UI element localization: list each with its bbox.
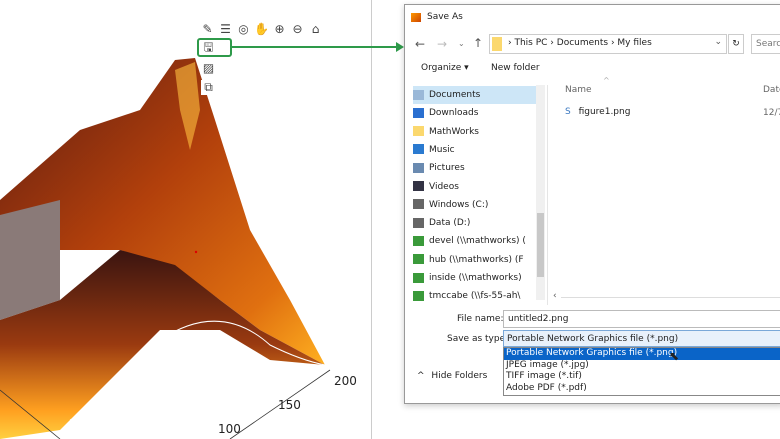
nav-item[interactable]: Pictures [413, 159, 543, 177]
forward-icon[interactable]: → [437, 37, 447, 51]
nav-item-label: inside (\\mathworks) [429, 273, 522, 283]
save-type-select[interactable]: Portable Network Graphics file (*.png) [503, 330, 780, 347]
nav-item-label: Videos [429, 181, 459, 192]
horizontal-scrollbar[interactable] [561, 297, 780, 298]
axis-tick-label: 100 [218, 422, 241, 436]
nav-item-label: hub (\\mathworks) (F [429, 254, 524, 265]
file-name-label: File name: [457, 314, 504, 324]
legend-icon[interactable]: ☰ [218, 22, 233, 37]
surface-plot [0, 17, 372, 439]
nav-item[interactable]: Documents [413, 86, 543, 104]
arrow-head-icon [396, 42, 404, 52]
videos-icon [413, 181, 424, 191]
nav-item-label: Pictures [429, 163, 465, 174]
type-option[interactable]: TIFF image (*.tif) [504, 371, 780, 383]
file-name-input[interactable]: untitled2.png [503, 310, 780, 328]
back-icon[interactable]: ← [415, 37, 425, 51]
refresh-icon[interactable]: ↻ [728, 34, 744, 54]
nav-item[interactable]: MathWorks [413, 123, 543, 141]
nav-item[interactable]: Videos [413, 178, 543, 196]
hide-folders-label: Hide Folders [431, 371, 488, 381]
axis-tick-label: 200 [334, 374, 357, 388]
column-header-name[interactable]: Name [565, 85, 592, 95]
sort-icon: ^ [603, 76, 610, 85]
type-option[interactable]: Portable Network Graphics file (*.png) [504, 348, 780, 360]
breadcrumb-item[interactable]: My files [617, 38, 651, 48]
scrollbar-thumb[interactable] [537, 213, 544, 277]
arrow-line [232, 46, 397, 48]
downloads-icon [413, 107, 424, 118]
new-folder-button[interactable]: New folder [491, 63, 540, 73]
png-file-icon: S [565, 107, 571, 117]
zoom-out-icon[interactable]: ⊖ [290, 22, 305, 37]
dialog-title: Save As [427, 12, 463, 22]
save-as-dialog: Save As ← → ⌄ ↑ › This PC › Documents › … [404, 4, 780, 404]
save-type-options: Portable Network Graphics file (*.png) JP… [503, 347, 780, 396]
recent-chevron-icon[interactable]: ⌄ [458, 39, 465, 48]
nav-item[interactable]: Data (D:) [413, 214, 543, 232]
documents-icon [413, 89, 424, 100]
folder-icon [413, 126, 424, 137]
network-drive-icon [413, 272, 424, 283]
nav-item-label: Windows (C:) [429, 199, 489, 210]
network-drive-icon [413, 290, 424, 301]
zoom-in-icon[interactable]: ⊕ [272, 22, 287, 37]
nav-scrollbar[interactable] [536, 85, 545, 300]
rotate-icon[interactable]: ◎ [236, 22, 251, 37]
figure-window: 200 150 100 ✎ ☰ ◎ ✋ ⊕ ⊖ ⌂ 🖫 ▨ ⧉ [0, 0, 404, 439]
navigation-pane: Documents Downloads MathWorks Music Pictures… [405, 81, 547, 303]
scroll-left-icon[interactable]: ‹ [553, 291, 557, 301]
type-option[interactable]: Adobe PDF (*.pdf) [504, 383, 780, 395]
network-drive-icon [413, 235, 424, 246]
nav-item-label: tmccabe (\\fs-55-ah\ [429, 291, 521, 302]
file-row[interactable]: S figure1.png [565, 107, 630, 117]
music-icon [413, 144, 424, 155]
save-icon[interactable]: 🖫 [201, 40, 216, 55]
nav-item[interactable]: Windows (C:) [413, 196, 543, 214]
nav-item[interactable]: devel (\\mathworks) ( [413, 232, 543, 250]
address-dropdown-icon[interactable]: ⌄ [714, 37, 722, 47]
copy-vector-icon[interactable]: ⧉ [201, 80, 216, 95]
file-name: figure1.png [578, 107, 631, 117]
nav-item[interactable]: tmccabe (\\fs-55-ah\ [413, 287, 543, 303]
nav-item[interactable]: hub (\\mathworks) (F [413, 251, 543, 269]
nav-item-label: Documents [429, 90, 481, 100]
nav-item-label: Downloads [429, 108, 479, 119]
save-type-label: Save as type: [447, 334, 509, 344]
nav-item-label: Data (D:) [429, 218, 471, 229]
matlab-icon [411, 13, 421, 22]
mouse-cursor-icon: ⬉ [669, 349, 680, 363]
breadcrumb-item[interactable]: This PC [514, 38, 547, 48]
nav-item-label: Music [429, 144, 455, 155]
breadcrumb-item[interactable]: Documents [557, 38, 608, 48]
copy-image-icon[interactable]: ▨ [201, 61, 216, 76]
pictures-icon [413, 162, 424, 173]
chevron-up-icon: ^ [417, 371, 425, 381]
up-icon[interactable]: ↑ [473, 36, 483, 50]
file-date: 12/7 [763, 108, 780, 118]
nav-item[interactable]: Music [413, 141, 543, 159]
drive-icon [413, 217, 424, 228]
pan-icon[interactable]: ✋ [254, 22, 269, 37]
axis-tick-label: 150 [278, 398, 301, 412]
nav-item-label: devel (\\mathworks) ( [429, 236, 526, 247]
drive-icon [413, 199, 424, 210]
search-input[interactable]: Searc [751, 34, 780, 54]
hide-folders-button[interactable]: ^ Hide Folders [417, 371, 487, 381]
column-header-date[interactable]: Date [763, 85, 780, 95]
home-icon[interactable]: ⌂ [308, 22, 323, 37]
brush-icon[interactable]: ✎ [200, 22, 215, 37]
folder-icon [492, 37, 502, 51]
nav-item[interactable]: Downloads [413, 104, 543, 122]
organize-button[interactable]: Organize ▾ [421, 63, 469, 73]
surface-left-wall [0, 200, 60, 320]
network-drive-icon [413, 254, 424, 265]
type-option[interactable]: JPEG image (*.jpg) [504, 360, 780, 372]
address-bar[interactable]: › This PC › Documents › My files ⌄ [489, 34, 727, 54]
nav-item-label: MathWorks [429, 126, 479, 137]
nav-item[interactable]: inside (\\mathworks) [413, 269, 543, 287]
breadcrumb: › This PC › Documents › My files [508, 38, 652, 48]
